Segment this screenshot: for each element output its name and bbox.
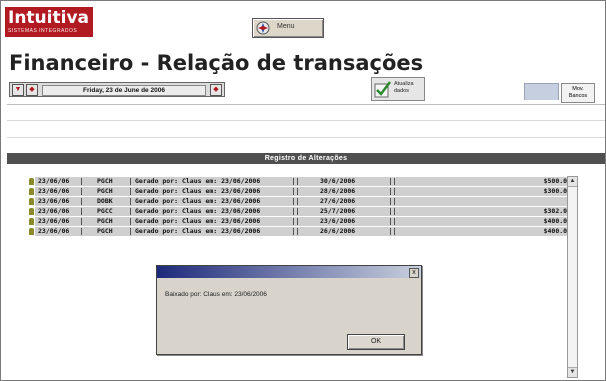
logo-name: Intuitiva <box>8 8 89 28</box>
cell-due-date: 27/6/2006 <box>320 197 356 205</box>
table-row[interactable]: 23/06/06 DOBK Gerado por: Claus em: 23/0… <box>29 197 575 206</box>
divider <box>7 120 605 121</box>
top-bar: Intuitiva SISTEMAS INTEGRADOS Menu <box>1 1 605 41</box>
cell-date: 23/06/06 <box>38 227 70 235</box>
vertical-scrollbar[interactable]: ▲ ▼ <box>567 176 578 378</box>
menu-button[interactable]: Menu <box>252 18 324 38</box>
update-data-button[interactable]: Atualiza dados <box>371 77 425 101</box>
cell-date: 23/06/06 <box>38 187 70 195</box>
cell-description: Gerado por: Claus em: 23/06/2006 <box>135 227 261 235</box>
previous-day-icon[interactable]: ◆ <box>26 84 38 96</box>
cell-description: Gerado por: Claus em: 23/06/2006 <box>135 217 261 225</box>
table-row[interactable]: 23/06/06 PGCH Gerado por: Claus em: 23/0… <box>29 177 575 186</box>
cell-type: PGCC <box>97 207 113 215</box>
cell-type: PGCH <box>97 177 113 185</box>
pin-icon[interactable] <box>29 228 34 235</box>
cell-due-date: 28/6/2006 <box>320 187 356 195</box>
cell-description: Gerado por: Claus em: 23/06/2006 <box>135 177 261 185</box>
cell-date: 23/06/06 <box>38 197 70 205</box>
table-row[interactable]: 23/06/06 PGCH Gerado por: Claus em: 23/0… <box>29 187 575 196</box>
cell-date: 23/06/06 <box>38 177 70 185</box>
cell-date: 23/06/06 <box>38 217 70 225</box>
message-dialog: x Baixado por: Claus em: 23/06/2006 OK <box>156 265 422 355</box>
dropdown-arrow-icon[interactable]: ▼ <box>12 84 24 96</box>
cell-type: DOBK <box>97 197 113 205</box>
cell-due-date: 30/6/2006 <box>320 177 356 185</box>
cell-description: Gerado por: Claus em: 23/06/2006 <box>135 197 261 205</box>
date-display: Friday, 23 de June de 2006 <box>42 85 206 96</box>
section-header: Registro de Alterações <box>7 153 605 164</box>
scroll-down-icon[interactable]: ▼ <box>568 367 577 377</box>
update-button-label: Atualiza dados <box>394 81 414 94</box>
cell-type: PGCH <box>97 217 113 225</box>
checkmark-icon <box>374 81 391 98</box>
app-logo: Intuitiva SISTEMAS INTEGRADOS <box>5 7 93 37</box>
compass-icon <box>256 21 270 35</box>
cell-description: Gerado por: Claus em: 23/06/2006 <box>135 187 261 195</box>
cell-type: PGCH <box>97 227 113 235</box>
menu-button-label: Menu <box>277 23 295 30</box>
tab-blank[interactable] <box>524 83 559 100</box>
table-row[interactable]: 23/06/06 PGCH Gerado por: Claus em: 23/0… <box>29 227 575 236</box>
dialog-message: Baixado por: Claus em: 23/06/2006 <box>165 291 267 298</box>
pin-icon[interactable] <box>29 208 34 215</box>
logo-tagline: SISTEMAS INTEGRADOS <box>8 28 78 34</box>
page-title: Financeiro - Relação de transações <box>9 51 424 75</box>
app-window: Intuitiva SISTEMAS INTEGRADOS Menu Finan… <box>0 0 606 381</box>
pin-icon[interactable] <box>29 188 34 195</box>
cell-type: PGCH <box>97 187 113 195</box>
cell-due-date: 23/6/2006 <box>320 217 356 225</box>
close-icon[interactable]: x <box>409 268 419 278</box>
pin-icon[interactable] <box>29 218 34 225</box>
divider <box>7 137 605 138</box>
cell-date: 23/06/06 <box>38 207 70 215</box>
divider <box>7 104 605 105</box>
cell-due-date: 25/7/2006 <box>320 207 356 215</box>
scroll-up-icon[interactable]: ▲ <box>568 177 577 187</box>
ok-button[interactable]: OK <box>347 334 405 350</box>
date-navigator: ▼ ◆ Friday, 23 de June de 2006 ◆ <box>9 82 225 97</box>
table-row[interactable]: 23/06/06 PGCH Gerado por: Claus em: 23/0… <box>29 217 575 226</box>
table-row[interactable]: 23/06/06 PGCC Gerado por: Claus em: 23/0… <box>29 207 575 216</box>
cell-description: Gerado por: Claus em: 23/06/2006 <box>135 207 261 215</box>
cell-due-date: 26/6/2006 <box>320 227 356 235</box>
next-day-icon[interactable]: ◆ <box>210 84 222 96</box>
pin-icon[interactable] <box>29 178 34 185</box>
pin-icon[interactable] <box>29 198 34 205</box>
dialog-titlebar <box>157 266 421 278</box>
tab-mov-bancos[interactable]: Mov. Bancos <box>561 83 595 103</box>
